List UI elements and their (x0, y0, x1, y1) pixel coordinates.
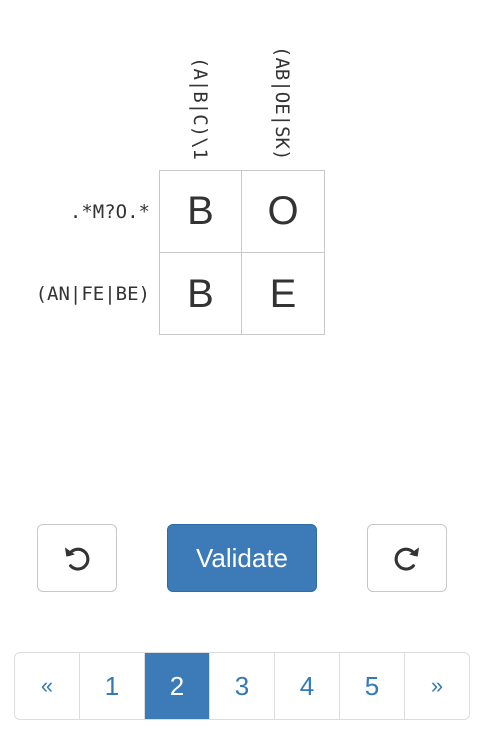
pagination-page-1[interactable]: 1 (80, 653, 145, 719)
grid-cell-r2-c1[interactable]: B (160, 253, 242, 335)
row-clue-1: .*M?O.* (69, 201, 150, 223)
column-clue-1: (A|B|C)\1 (180, 20, 220, 160)
pagination-page-5[interactable]: 5 (340, 653, 405, 719)
validate-button[interactable]: Validate (167, 524, 317, 592)
redo-button[interactable] (367, 524, 447, 592)
grid-cell-r2-c2[interactable]: E (242, 253, 324, 335)
grid-cell-r1-c2[interactable]: O (242, 171, 324, 253)
row-clue-2: (AN|FE|BE) (35, 283, 150, 305)
undo-button[interactable] (37, 524, 117, 592)
pagination-page-2[interactable]: 2 (145, 653, 210, 719)
column-clue-2-text: (AB|OE|SK) (271, 45, 293, 160)
undo-arrow-icon (64, 547, 90, 571)
column-clue-2: (AB|OE|SK) (262, 20, 302, 160)
pagination-page-4[interactable]: 4 (275, 653, 340, 719)
pagination-page-3[interactable]: 3 (210, 653, 275, 719)
pagination: « 1 2 3 4 5 » (14, 652, 470, 720)
pagination-prev[interactable]: « (15, 653, 80, 719)
redo-arrow-icon (394, 547, 420, 571)
validate-button-label: Validate (195, 542, 289, 573)
puzzle-grid: B O B E (159, 170, 325, 335)
column-clue-1-text: (A|B|C)\1 (189, 57, 211, 160)
pagination-next[interactable]: » (405, 653, 469, 719)
grid-cell-r1-c1[interactable]: B (160, 171, 242, 253)
